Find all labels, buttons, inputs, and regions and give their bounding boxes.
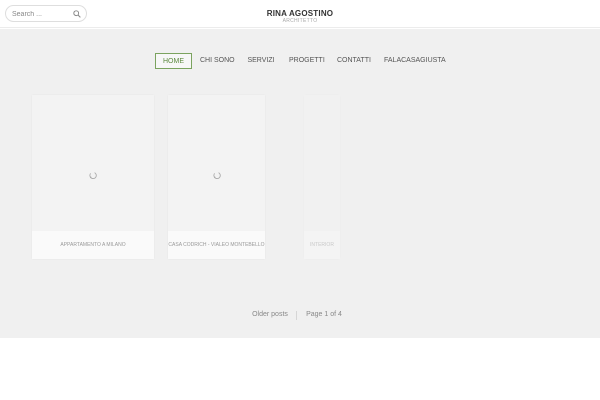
loading-spinner-icon: [89, 172, 97, 179]
site-subtitle: ARCHITETTO: [282, 18, 318, 24]
post-footer: CASA CODRICH - Vialeo Montebello: [168, 231, 265, 259]
nav-item-falacasagiusta[interactable]: FALACASAGIUSTA: [384, 53, 446, 69]
site-title[interactable]: RINA AGOSTINO: [220, 9, 380, 18]
post-card[interactable]: INTERIOR: [304, 95, 340, 259]
post-footer: INTERIOR: [304, 231, 340, 259]
post-thumbnail[interactable]: [32, 95, 154, 231]
main-nav: HOME CHI SONO SERVIZI PROGETTI CONTATTI …: [0, 53, 600, 69]
pagination: Older posts Page 1 of 4: [0, 311, 600, 321]
nav-item-home[interactable]: HOME: [155, 53, 192, 69]
top-bar: RINA AGOSTINO ARCHITETTO: [0, 0, 600, 28]
post-thumbnail[interactable]: [304, 95, 340, 231]
post-title[interactable]: INTERIOR: [304, 242, 340, 248]
post-title[interactable]: APPARTAMENTO A MILANO: [32, 242, 154, 248]
main-content: HOME CHI SONO SERVIZI PROGETTI CONTATTI …: [0, 29, 600, 338]
site-branding: RINA AGOSTINO ARCHITETTO: [220, 9, 380, 25]
post-footer: APPARTAMENTO A MILANO: [32, 231, 154, 259]
search-icon[interactable]: [73, 10, 81, 18]
loading-spinner-icon: [213, 172, 221, 179]
post-thumbnail[interactable]: [168, 95, 265, 231]
nav-item-progetti[interactable]: PROGETTI: [289, 53, 325, 69]
page-indicator: Page 1 of 4: [306, 311, 342, 318]
search-box[interactable]: [5, 5, 87, 22]
post-card[interactable]: APPARTAMENTO A MILANO: [32, 95, 154, 259]
older-posts-link[interactable]: Older posts: [250, 311, 290, 318]
nav-item-servizi[interactable]: SERVIZI: [247, 53, 275, 69]
search-input[interactable]: [12, 8, 74, 20]
pagination-divider: [296, 311, 297, 320]
post-title[interactable]: CASA CODRICH - Vialeo Montebello: [168, 242, 265, 248]
nav-item-contatti[interactable]: CONTATTI: [337, 53, 371, 69]
nav-item-chi-sono[interactable]: CHI SONO: [200, 53, 235, 69]
post-card[interactable]: CASA CODRICH - Vialeo Montebello: [168, 95, 265, 259]
